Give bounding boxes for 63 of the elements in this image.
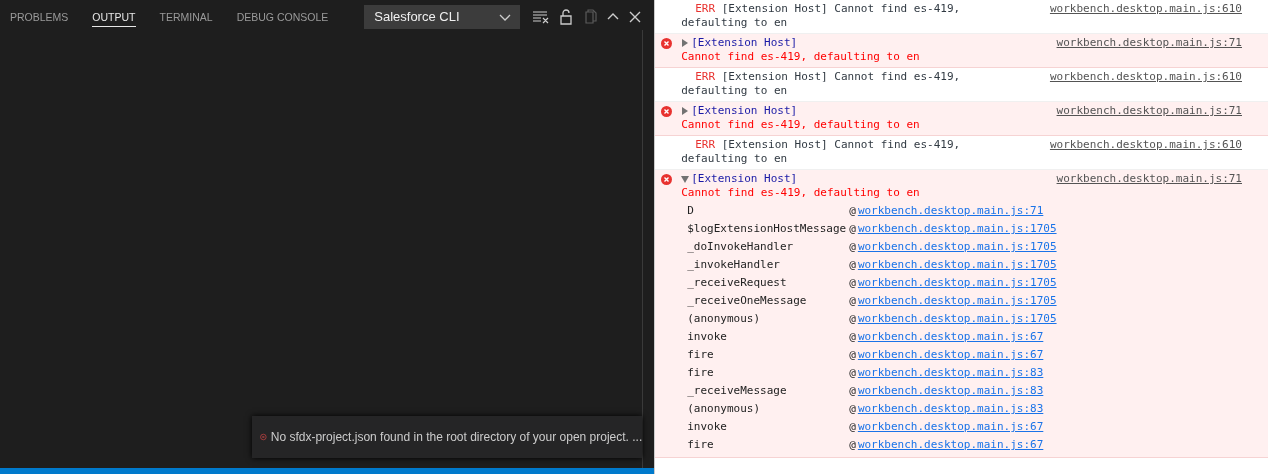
- notification-message: No sfdx-project.json found in the root directory of your open project. ...: [270, 430, 643, 444]
- at-sign: @: [849, 204, 856, 218]
- stack-link[interactable]: workbench.desktop.main.js:67: [857, 438, 1044, 452]
- source-link[interactable]: workbench.desktop.main.js:71: [1056, 172, 1242, 186]
- error-message: Cannot find es-419, defaulting to en: [681, 186, 921, 200]
- stack-function: D: [687, 204, 695, 218]
- source-link[interactable]: workbench.desktop.main.js:610: [1049, 2, 1242, 16]
- at-sign: @: [849, 348, 856, 362]
- stack-function: (anonymous): [687, 312, 762, 326]
- stack-link[interactable]: workbench.desktop.main.js:67: [857, 330, 1044, 344]
- at-sign: @: [849, 294, 856, 308]
- stack-function: _receiveOneMessage: [687, 294, 808, 308]
- panel-tab[interactable]: DEBUG CONSOLE: [236, 6, 329, 27]
- stack-link[interactable]: workbench.desktop.main.js:1705: [857, 222, 1057, 236]
- stack-function: _receiveMessage: [687, 384, 788, 398]
- log-message: ERR [Extension Host] Cannot find es-419, defaulting to en: [681, 138, 962, 166]
- panel-tab[interactable]: PROBLEMS: [10, 6, 69, 27]
- at-sign: @: [849, 240, 856, 254]
- at-sign: @: [849, 402, 856, 416]
- stack-link[interactable]: workbench.desktop.main.js:83: [857, 384, 1044, 398]
- stack-function: _doInvokeHandler: [687, 240, 795, 254]
- log-message: ERR [Extension Host] Cannot find es-419, defaulting to en: [681, 70, 962, 98]
- at-sign: @: [849, 330, 856, 344]
- source-link[interactable]: workbench.desktop.main.js:610: [1049, 70, 1242, 84]
- at-sign: @: [849, 258, 856, 272]
- at-sign: @: [849, 366, 856, 380]
- log-origin: [Extension Host]: [691, 104, 798, 118]
- at-sign: @: [849, 276, 856, 290]
- at-sign: @: [849, 222, 856, 236]
- stack-function: fire: [687, 366, 715, 380]
- channel-dropdown[interactable]: Salesforce CLI: [364, 4, 521, 29]
- at-sign: @: [849, 312, 856, 326]
- stack-function: fire: [687, 438, 715, 452]
- stack-function: (anonymous): [687, 402, 762, 416]
- source-link[interactable]: workbench.desktop.main.js:610: [1049, 138, 1242, 152]
- at-sign: @: [849, 384, 856, 398]
- stack-link[interactable]: workbench.desktop.main.js:1705: [857, 294, 1057, 308]
- log-origin: [Extension Host]: [691, 36, 798, 50]
- error-message: Cannot find es-419, defaulting to en: [681, 118, 921, 132]
- stack-function: invoke: [687, 330, 728, 344]
- stack-function: $logExtensionHostMessage: [687, 222, 848, 236]
- panel-tab[interactable]: OUTPUT: [92, 6, 136, 27]
- stack-link[interactable]: workbench.desktop.main.js:1705: [857, 258, 1057, 272]
- source-link[interactable]: workbench.desktop.main.js:71: [1056, 104, 1242, 118]
- stack-link[interactable]: workbench.desktop.main.js:1705: [857, 240, 1057, 254]
- stack-function: _invokeHandler: [687, 258, 781, 272]
- stack-link[interactable]: workbench.desktop.main.js:67: [857, 420, 1044, 434]
- stack-function: fire: [687, 348, 715, 362]
- error-message: Cannot find es-419, defaulting to en: [681, 50, 921, 64]
- stack-link[interactable]: workbench.desktop.main.js:1705: [857, 312, 1057, 326]
- at-sign: @: [849, 438, 856, 452]
- stack-link[interactable]: workbench.desktop.main.js:1705: [857, 276, 1057, 290]
- log-message: ERR [Extension Host] Cannot find es-419, defaulting to en: [681, 2, 962, 30]
- stack-link[interactable]: workbench.desktop.main.js:83: [857, 366, 1044, 380]
- at-sign: @: [849, 420, 856, 434]
- stack-link[interactable]: workbench.desktop.main.js:83: [857, 402, 1044, 416]
- stack-link[interactable]: workbench.desktop.main.js:71: [857, 204, 1044, 218]
- source-link[interactable]: workbench.desktop.main.js:71: [1056, 36, 1242, 50]
- log-origin: [Extension Host]: [691, 172, 798, 186]
- stack-function: invoke: [687, 420, 728, 434]
- stack-function: _receiveRequest: [687, 276, 788, 290]
- panel-tab[interactable]: TERMINAL: [159, 6, 213, 27]
- stack-link[interactable]: workbench.desktop.main.js:67: [857, 348, 1044, 362]
